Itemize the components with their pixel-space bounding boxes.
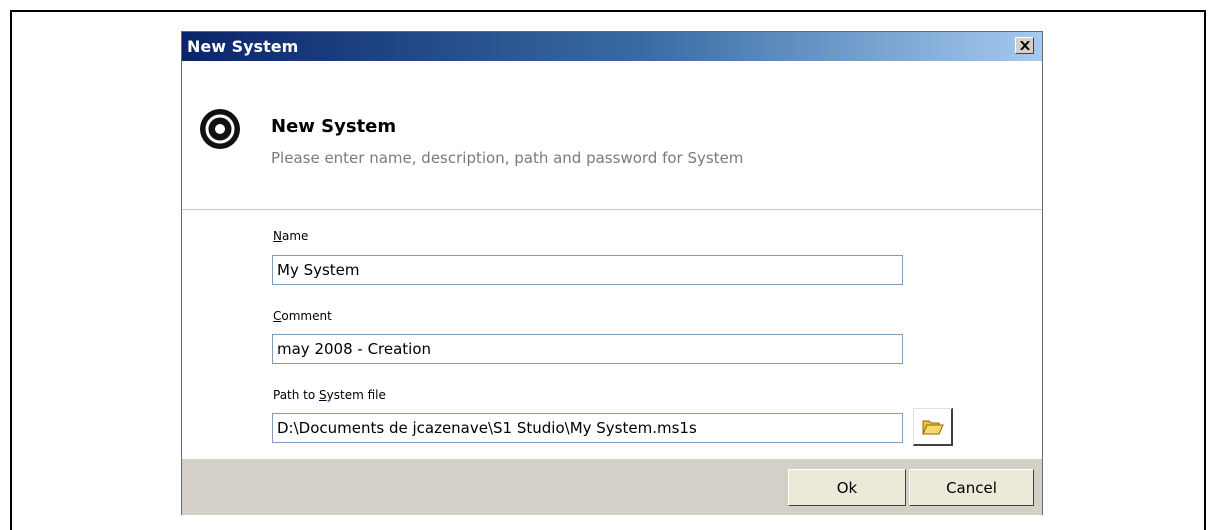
header-subtitle: Please enter name, description, path and… bbox=[271, 149, 744, 167]
path-label-text: ystem file bbox=[326, 388, 386, 402]
folder-open-icon bbox=[921, 420, 944, 434]
new-system-dialog: New System New System Please enter name,… bbox=[181, 31, 1043, 515]
comment-label: Comment bbox=[273, 309, 332, 323]
close-icon bbox=[1019, 41, 1030, 50]
dialog-footer: Ok Cancel bbox=[182, 459, 1042, 515]
header-separator bbox=[182, 209, 1042, 210]
ok-button[interactable]: Ok bbox=[788, 469, 906, 506]
comment-label-text: omment bbox=[281, 309, 332, 323]
title-bar[interactable]: New System bbox=[182, 32, 1042, 61]
path-input[interactable] bbox=[272, 413, 903, 443]
name-label-text: ame bbox=[281, 229, 309, 243]
path-label-mnemonic: S bbox=[319, 388, 327, 402]
name-input[interactable] bbox=[272, 255, 903, 285]
name-label-mnemonic: N bbox=[273, 229, 282, 243]
target-ring-icon bbox=[200, 109, 240, 149]
dialog-title: New System bbox=[187, 37, 299, 56]
header-title: New System bbox=[271, 116, 397, 137]
close-button[interactable] bbox=[1015, 37, 1034, 54]
dialog-header: New System Please enter name, descriptio… bbox=[182, 61, 1042, 209]
comment-input[interactable] bbox=[272, 334, 903, 364]
browse-button[interactable] bbox=[913, 408, 953, 446]
path-label-prefix: Path to bbox=[273, 388, 320, 402]
name-label: Name bbox=[273, 229, 308, 243]
path-label: Path to System file bbox=[273, 388, 386, 402]
cancel-button[interactable]: Cancel bbox=[909, 469, 1034, 506]
